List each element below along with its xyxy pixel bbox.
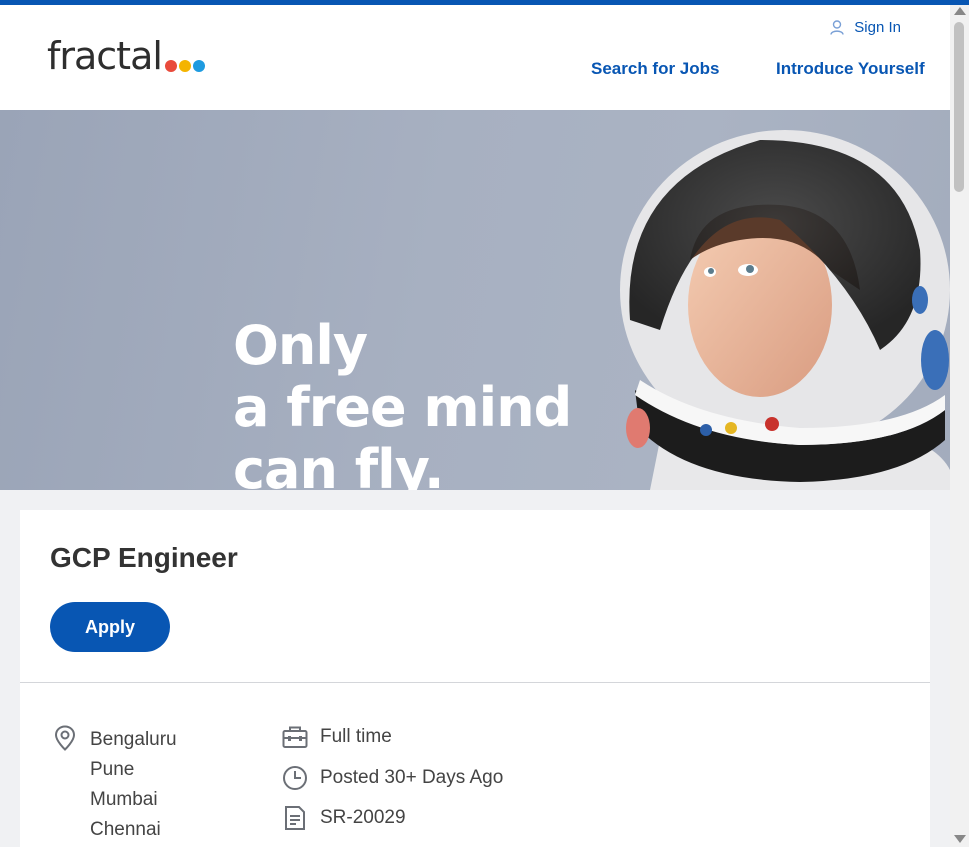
hero-line-2: a free mind	[233, 376, 572, 439]
logo-dot-yellow	[178, 60, 191, 72]
job-locations: Bengaluru Pune Mumbai Chennai	[90, 725, 177, 845]
time-type-text: Full time	[320, 726, 392, 747]
logo-dots	[163, 60, 205, 72]
scrollbar-thumb[interactable]	[954, 22, 964, 192]
scroll-up-arrow-icon[interactable]	[954, 7, 966, 15]
hero-line-3: can fly.	[233, 438, 444, 491]
posted-date-row: Posted 30+ Days Ago	[282, 765, 503, 791]
posted-date-text: Posted 30+ Days Ago	[320, 767, 504, 788]
divider	[20, 682, 930, 683]
requisition-id-row: SR-20029	[282, 805, 406, 831]
apply-button[interactable]: Apply	[50, 602, 170, 652]
time-type-row: Full time	[282, 725, 392, 749]
location-item: Mumbai	[90, 789, 158, 810]
briefcase-icon	[282, 726, 308, 748]
location-item: Bengaluru	[90, 729, 177, 750]
nav-introduce-yourself[interactable]: Introduce Yourself	[776, 59, 925, 79]
document-icon	[285, 806, 305, 830]
vertical-scrollbar[interactable]	[950, 5, 969, 847]
fractal-logo[interactable]: fractal	[47, 35, 205, 75]
clock-icon	[283, 766, 307, 790]
hero-line-1: Only	[233, 314, 368, 377]
logo-text: fractal	[47, 34, 163, 78]
sign-in-link[interactable]: Sign In	[830, 19, 901, 36]
hero-slogan: Only a free mind can fly.	[233, 314, 572, 491]
job-title: GCP Engineer	[50, 542, 238, 573]
logo-dot-red	[164, 60, 177, 72]
sign-in-label: Sign In	[854, 19, 901, 36]
location-item: Pune	[90, 759, 135, 780]
hero-banner: Only a free mind can fly.	[0, 110, 950, 490]
location-pin-icon	[54, 725, 76, 751]
requisition-id-text: SR-20029	[320, 807, 406, 828]
user-icon	[830, 20, 844, 35]
location-item: Chennai	[90, 819, 161, 840]
logo-dot-blue	[192, 60, 205, 72]
site-header: fractal Sign In Search for Jobs Introduc…	[0, 5, 950, 110]
job-details-card: GCP Engineer Apply Bengaluru Pune Mumbai…	[20, 510, 930, 847]
scroll-down-arrow-icon[interactable]	[954, 835, 966, 843]
nav-search-for-jobs[interactable]: Search for Jobs	[591, 59, 720, 79]
